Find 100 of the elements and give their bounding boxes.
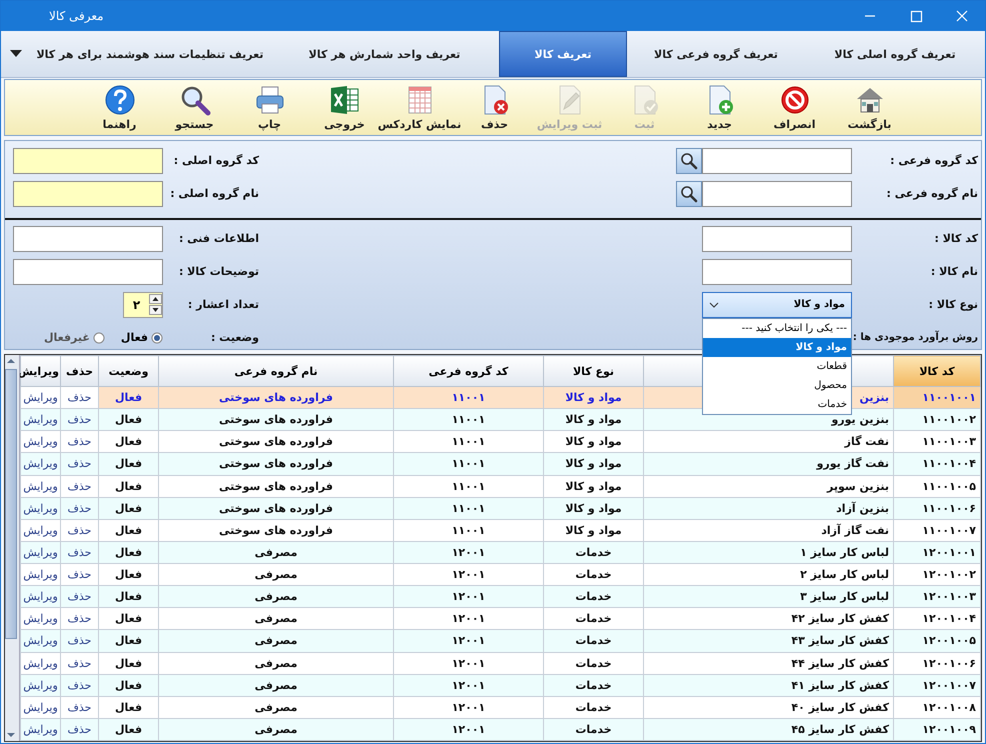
input-field[interactable] [13,226,163,252]
delete-link[interactable]: حذف [60,586,98,608]
dropdown-option[interactable]: مواد و کالا [703,338,851,356]
edit-link[interactable]: ویرایش [20,674,60,696]
tab[interactable]: تعریف گروه فرعی کالا [627,31,805,77]
code-cell[interactable]: ۱۲۰۰۱۰۰۷ [894,674,980,696]
delete-link[interactable]: حذف [60,674,98,696]
code-cell[interactable]: ۱۱۰۰۱۰۰۴ [894,452,980,475]
delete-link[interactable]: حذف [60,718,98,740]
edit-link[interactable]: ویرایش [20,718,60,740]
number-spinner[interactable]: ۲ [123,292,163,318]
delete-link[interactable]: حذف [60,541,98,564]
radio-button[interactable] [151,332,163,344]
group-name-cell: مصرفی [158,541,394,564]
type-cell: مواد و کالا [544,475,644,498]
edit-link[interactable]: ویرایش [20,497,60,520]
tab[interactable]: تعریف گروه اصلی کالا [805,31,985,77]
search-button[interactable] [676,148,702,174]
name-cell: بنزین سوپر [644,475,894,498]
status-cell: فعال [98,475,158,498]
delete-link[interactable]: حذف [60,696,98,718]
input-field[interactable] [13,180,163,206]
input-field[interactable] [702,226,852,252]
status-cell: فعال [98,718,158,740]
edit-link[interactable]: ویرایش [20,386,60,409]
toolbar-button[interactable]: جستجو [157,82,232,133]
name-cell: کفش کار سایز ۴۴ [644,652,894,674]
search-button[interactable] [676,180,702,206]
type-cell: خدمات [544,541,644,564]
code-cell[interactable]: ۱۲۰۰۱۰۰۹ [894,718,980,740]
radio-label[interactable]: فعال [120,331,148,344]
name-cell: نفت گاز آزاد [644,519,894,542]
tab[interactable]: تعریف تنظیمات سند هوشمند برای هر کالا [30,31,270,77]
type-cell: خدمات [544,696,644,718]
code-cell[interactable]: ۱۱۰۰۱۰۰۶ [894,497,980,520]
toolbar-button[interactable]: انصراف [757,82,832,133]
type-cell: خدمات [544,718,644,740]
type-cell: خدمات [544,630,644,652]
tab[interactable]: تعریف کالا [499,31,627,77]
column-header[interactable]: وضعیت [98,356,158,386]
toolbar-button[interactable]: جدید [682,82,757,133]
status-cell: فعال [98,586,158,608]
code-cell[interactable]: ۱۲۰۰۱۰۰۱ [894,541,980,564]
dropdown-option[interactable]: قطعات [703,356,851,376]
delete-link[interactable]: حذف [60,452,98,475]
input-field[interactable] [702,148,852,174]
group-name-cell: فراورده های سوختی [158,452,394,475]
code-cell: ۱۲۰۰۱ [394,674,544,696]
delete-link[interactable]: حذف [60,652,98,674]
edit-link[interactable]: ویرایش [20,541,60,564]
toolbar-button[interactable]: چاپ [232,82,307,133]
dropdown-option[interactable]: --- یکی را انتخاب کنید --- [703,318,851,338]
group-name-cell: مصرفی [158,696,394,718]
code-cell[interactable]: ۱۱۰۰۱۰۰۲ [894,408,980,431]
scrollbar[interactable] [5,355,20,741]
column-header[interactable]: حذف [60,356,98,386]
code-cell: ۱۱۰۰۱ [394,408,544,431]
delete-link[interactable]: حذف [60,475,98,498]
column-header[interactable]: کد گروه فرعی [394,356,544,386]
radio-label[interactable]: غیرفعال [44,331,90,344]
edit-link[interactable]: ویرایش [20,630,60,652]
delete-link[interactable]: حذف [60,408,98,431]
code-cell: ۱۱۰۰۱ [394,386,544,409]
code-cell[interactable]: ۱۲۰۰۱۰۰۶ [894,652,980,674]
column-header[interactable]: نام گروه فرعی [158,356,394,386]
name-cell: کفش کار سایز ۴۳ [644,630,894,652]
toolbar-button[interactable]: راهنما [82,82,157,133]
input-field[interactable] [702,258,852,284]
column-header[interactable]: نوع کالا [544,356,644,386]
tab[interactable]: تعریف واحد شمارش هر کالا [270,31,499,77]
status-cell: فعال [98,452,158,475]
input-field[interactable] [13,258,163,284]
group-name-cell: مصرفی [158,674,394,696]
field-label: اطلاعات فنی : [178,232,259,245]
edit-link[interactable]: ویرایش [20,586,60,608]
delete-link[interactable]: حذف [60,630,98,652]
toolbar-button[interactable]: بازگشت [832,82,907,133]
code-cell[interactable]: ۱۱۰۰۱۰۰۵ [894,475,980,498]
column-header[interactable]: ویرایش [20,356,60,386]
input-field[interactable] [13,148,163,174]
edit-link[interactable]: ویرایش [20,452,60,475]
edit-link[interactable]: ویرایش [20,408,60,431]
delete-link[interactable]: حذف [60,497,98,520]
code-cell[interactable]: ۱۱۰۰۱۰۰۷ [894,519,980,542]
type-cell: مواد و کالا [544,452,644,475]
group-name-cell: مصرفی [158,630,394,652]
caret-icon[interactable] [10,50,22,58]
dropdown[interactable]: مواد و کالا [702,292,852,318]
delete-link[interactable]: حذف [60,386,98,409]
input-field[interactable] [702,180,852,206]
code-cell[interactable]: ۱۲۰۰۱۰۰۳ [894,586,980,608]
code-cell[interactable]: ۱۲۰۰۱۰۰۵ [894,630,980,652]
delete-link[interactable]: حذف [60,519,98,542]
code-cell[interactable]: ۱۲۰۰۱۰۰۸ [894,696,980,718]
code-cell[interactable]: ۱۱۰۰۱۰۰۱ [894,386,980,409]
radio-button[interactable] [92,332,105,344]
scroll-thumb[interactable] [5,369,17,639]
field-label: تعداد اعشار : [186,298,259,311]
type-cell: مواد و کالا [544,408,644,431]
column-header[interactable]: کد کالا [894,356,980,386]
